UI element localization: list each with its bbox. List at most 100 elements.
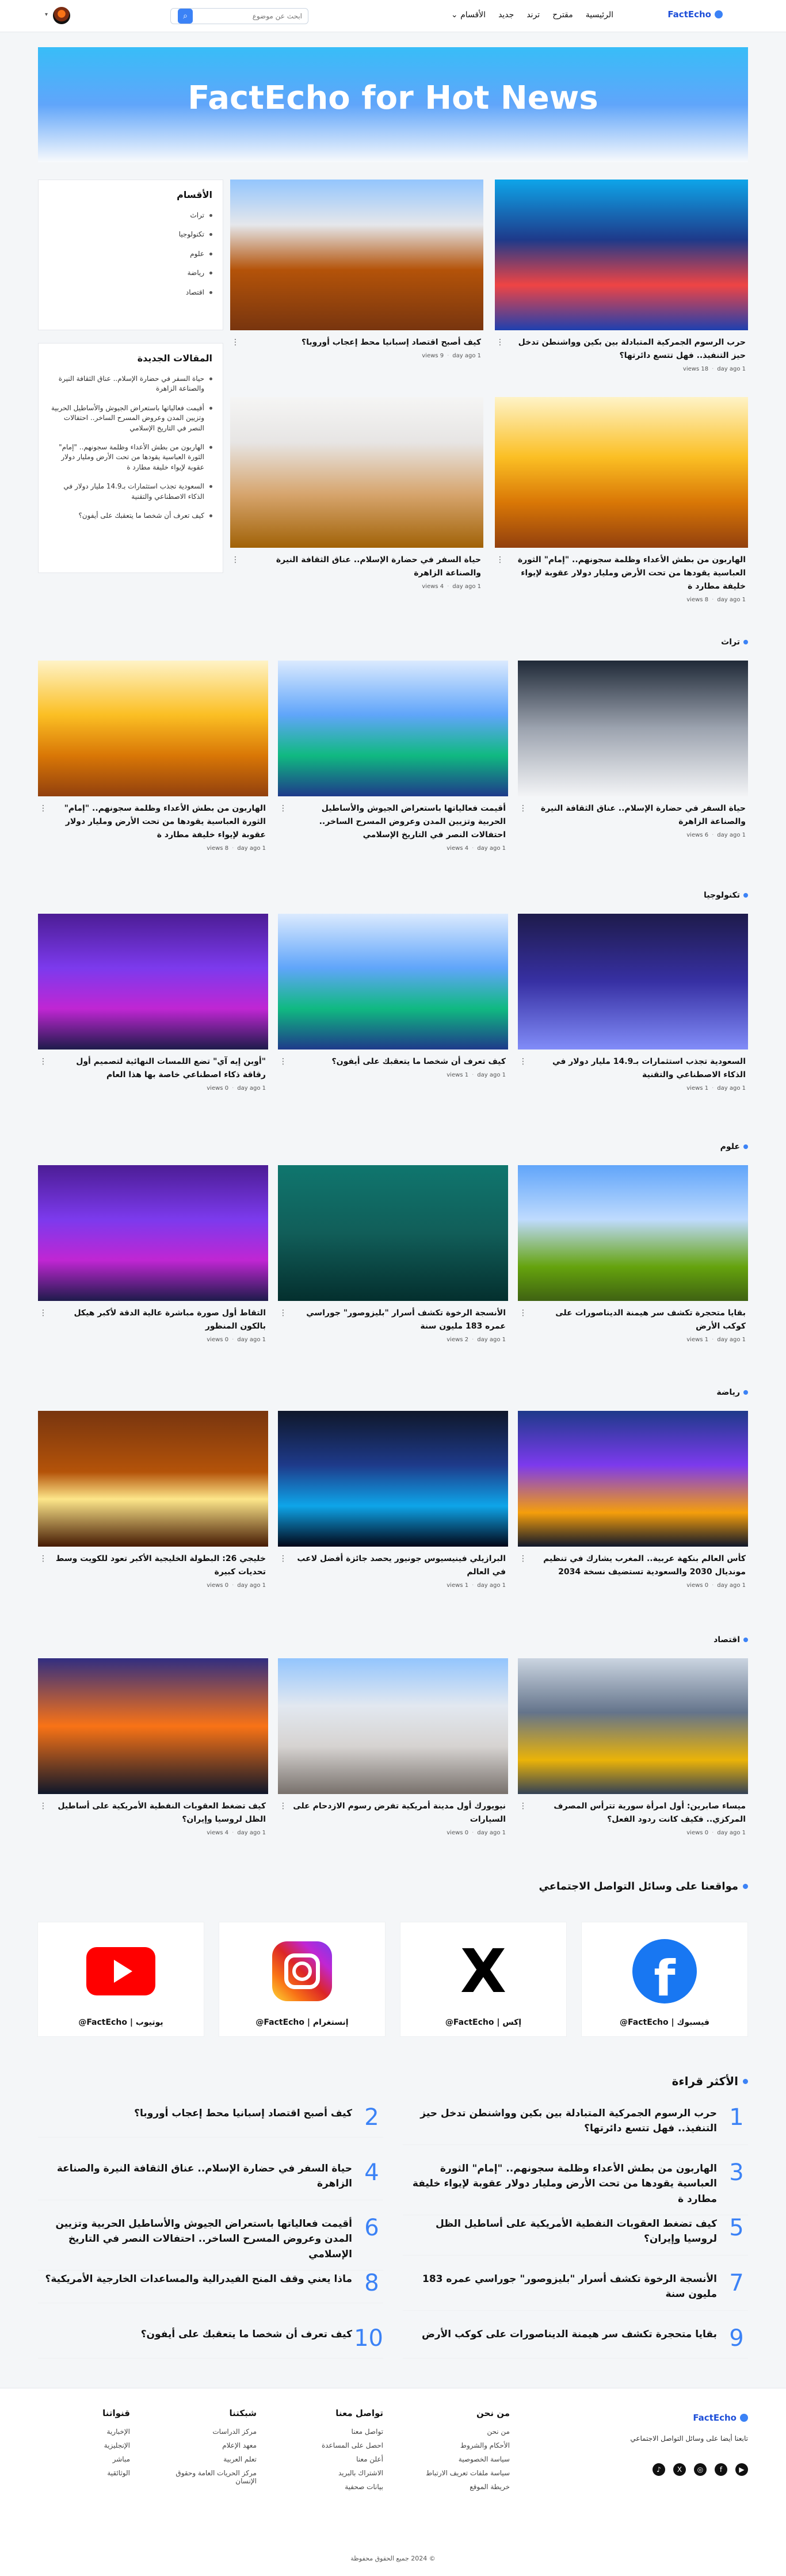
search-input[interactable]	[193, 12, 308, 20]
x-icon[interactable]: X	[673, 2463, 686, 2476]
category-item[interactable]: تراث	[39, 206, 223, 225]
most-read-item[interactable]: 3 الهاربون من بطش الأعداء وظلمة سجونهم.. …	[403, 2161, 748, 2216]
footer-link[interactable]: أعلن معنا	[280, 2455, 383, 2463]
article-title[interactable]: الهاربون من بطش الأعداء وظلمة سجونهم.. "…	[38, 796, 268, 842]
most-read-title[interactable]: أقيمت فعالياتها باستعراض الجيوش والأساطي…	[38, 2216, 352, 2262]
footer-link[interactable]: سياسة ملفات تعريف الارتباط	[406, 2469, 510, 2477]
footer-link[interactable]: مركز الدراسات	[153, 2428, 257, 2436]
youtube-icon[interactable]: ▶	[735, 2463, 748, 2476]
footer-link[interactable]: الإنجليزية	[26, 2441, 130, 2449]
most-read-item[interactable]: 8 ماذا يعني وقف المنح الفيدرالية والمساعد…	[38, 2272, 383, 2303]
recent-item[interactable]: الهاربون من بطش الأعداء وظلمة سجونهم.. "…	[39, 438, 223, 477]
social-card-x[interactable]: X إكس | FactEcho@	[400, 1922, 567, 2037]
footer-link[interactable]: من نحن	[406, 2428, 510, 2436]
social-card-youtube[interactable]: يوتيوب | FactEcho@	[37, 1922, 204, 2037]
article-card[interactable]: كيف تضغط العقوبات النفطية الأمريكية على …	[38, 1658, 268, 1840]
social-card-facebook[interactable]: f فيسبوك | FactEcho@	[581, 1922, 748, 2037]
article-title[interactable]: حياة السفر في حضارة الإسلام.. عناق الثقا…	[230, 548, 483, 580]
article-title[interactable]: كأس العالم بنكهة عربية.. المغرب يشارك في…	[518, 1547, 748, 1579]
category-item[interactable]: اقتصاد	[39, 283, 223, 302]
tiktok-icon[interactable]: ♪	[653, 2463, 665, 2476]
footer-link[interactable]: احصل على المساعدة	[280, 2441, 383, 2449]
article-title[interactable]: بقايا متحجرة تكشف سر هيمنة الديناصورات ع…	[518, 1301, 748, 1333]
article-title[interactable]: كيف تضغط العقوبات النفطية الأمريكية على …	[38, 1794, 268, 1826]
article-card[interactable]: البرازيلي فينيسيوس جونيور يحصد جائزة أفض…	[278, 1411, 508, 1592]
footer-link[interactable]: الوثائقية	[26, 2469, 130, 2477]
facebook-icon[interactable]: f	[715, 2463, 727, 2476]
footer-link[interactable]: سياسة الخصوصية	[406, 2455, 510, 2463]
article-card[interactable]: أقيمت فعالياتها باستعراض الجيوش والأساطي…	[278, 661, 508, 855]
article-card[interactable]: الأنسجة الرخوة تكشف أسرار "بليزوصور" جور…	[278, 1165, 508, 1346]
nav-home[interactable]: الرئيسية	[586, 10, 613, 20]
most-read-title[interactable]: الأنسجة الرخوة تكشف أسرار "بليزوصور" جور…	[403, 2272, 717, 2302]
most-read-item[interactable]: 9 بقايا متحجرة تكشف سر هيمنة الديناصورات …	[403, 2327, 748, 2359]
nav-sections[interactable]: الأقسام ⌄	[451, 10, 486, 20]
footer-link[interactable]: مباشر	[26, 2455, 130, 2463]
most-read-item[interactable]: 4 حياة السفر في حضارة الإسلام.. عناق الثق…	[38, 2161, 383, 2200]
article-card[interactable]: الهاربون من بطش الأعداء وظلمة سجونهم.. "…	[495, 397, 748, 606]
most-read-title[interactable]: ماذا يعني وقف المنح الفيدرالية والمساعدا…	[38, 2272, 353, 2287]
article-card[interactable]: السعودية تجذب استثمارات بـ14.9 مليار دول…	[518, 914, 748, 1095]
article-title[interactable]: الهاربون من بطش الأعداء وظلمة سجونهم.. "…	[495, 548, 748, 593]
article-title[interactable]: حرب الرسوم الجمركية المتبادلة بين بكين و…	[495, 330, 748, 362]
category-item[interactable]: رياضة	[39, 264, 223, 283]
most-read-title[interactable]: كيف تضغط العقوبات النفطية الأمريكية على …	[403, 2216, 717, 2247]
article-title[interactable]: كيف أصبح اقتصاد إسبانيا محط إعجاب أوروبا…	[230, 330, 483, 349]
most-read-item[interactable]: 6 أقيمت فعالياتها باستعراض الجيوش والأساط…	[38, 2216, 383, 2271]
article-title[interactable]: التقاط أول صورة مباشرة عالية الدقة لأكبر…	[38, 1301, 268, 1333]
article-card[interactable]: نيويورك أول مدينة أمريكية تفرض رسوم الاز…	[278, 1658, 508, 1840]
article-card[interactable]: خليجي 26: البطولة الخليجية الأكبر تعود ل…	[38, 1411, 268, 1592]
footer-link[interactable]: خريطة الموقع	[406, 2483, 510, 2491]
article-title[interactable]: البرازيلي فينيسيوس جونيور يحصد جائزة أفض…	[278, 1547, 508, 1579]
most-read-title[interactable]: كيف تعرف أن شخصا ما يتعقبك على أيفون؟	[38, 2327, 352, 2342]
nav-suggested[interactable]: مقترح	[552, 10, 573, 20]
footer-logo[interactable]: FactEcho	[693, 2413, 748, 2423]
article-card[interactable]: حياة السفر في حضارة الإسلام.. عناق الثقا…	[518, 661, 748, 842]
article-card[interactable]: الهاربون من بطش الأعداء وظلمة سجونهم.. "…	[38, 661, 268, 855]
article-card[interactable]: حياة السفر في حضارة الإسلام.. عناق الثقا…	[230, 397, 483, 593]
instagram-icon[interactable]: ◎	[694, 2463, 707, 2476]
most-read-item[interactable]: 1 حرب الرسوم الجمركية المتبادلة بين بكين …	[403, 2106, 748, 2145]
most-read-item[interactable]: 10 كيف تعرف أن شخصا ما يتعقبك على أيفون؟	[38, 2327, 383, 2359]
article-card[interactable]: بقايا متحجرة تكشف سر هيمنة الديناصورات ع…	[518, 1165, 748, 1346]
most-read-title[interactable]: حرب الرسوم الجمركية المتبادلة بين بكين و…	[403, 2106, 717, 2136]
nav-new[interactable]: جديد	[498, 10, 514, 20]
most-read-item[interactable]: 7 الأنسجة الرخوة تكشف أسرار "بليزوصور" جو…	[403, 2272, 748, 2311]
category-item[interactable]: علوم	[39, 245, 223, 264]
most-read-title[interactable]: الهاربون من بطش الأعداء وظلمة سجونهم.. "…	[403, 2161, 717, 2207]
footer-link[interactable]: الأحكام والشروط	[406, 2441, 510, 2449]
footer-link[interactable]: الإخبارية	[26, 2428, 130, 2436]
nav-trend[interactable]: ترند	[526, 10, 540, 20]
recent-item[interactable]: حياة السفر في حضارة الإسلام.. عناق الثقا…	[39, 369, 223, 399]
article-card[interactable]: حرب الرسوم الجمركية المتبادلة بين بكين و…	[495, 180, 748, 376]
site-logo[interactable]: FactEcho	[667, 9, 723, 20]
article-title[interactable]: أقيمت فعالياتها باستعراض الجيوش والأساطي…	[278, 796, 508, 842]
article-title[interactable]: حياة السفر في حضارة الإسلام.. عناق الثقا…	[518, 796, 748, 829]
article-card[interactable]: كيف أصبح اقتصاد إسبانيا محط إعجاب أوروبا…	[230, 180, 483, 362]
article-card[interactable]: كأس العالم بنكهة عربية.. المغرب يشارك في…	[518, 1411, 748, 1592]
footer-link[interactable]: تعلم العربية	[153, 2455, 257, 2463]
article-title[interactable]: كيف تعرف أن شخصا ما يتعقبك على أيفون؟	[278, 1050, 508, 1068]
footer-link[interactable]: تواصل معنا	[280, 2428, 383, 2436]
recent-item[interactable]: كيف تعرف أن شخصا ما يتعقبك على أيفون؟	[39, 506, 223, 525]
article-title[interactable]: "أوبن إيه آي" تضع اللمسات النهائية لتصمي…	[38, 1050, 268, 1082]
article-card[interactable]: كيف تعرف أن شخصا ما يتعقبك على أيفون؟1 d…	[278, 914, 508, 1082]
social-card-instagram[interactable]: إنستغرام | FactEcho@	[219, 1922, 386, 2037]
category-item[interactable]: تكنولوجيا	[39, 225, 223, 244]
article-card[interactable]: التقاط أول صورة مباشرة عالية الدقة لأكبر…	[38, 1165, 268, 1346]
article-card[interactable]: "أوبن إيه آي" تضع اللمسات النهائية لتصمي…	[38, 914, 268, 1095]
footer-link[interactable]: الاشتراك بالبريد	[280, 2469, 383, 2477]
article-card[interactable]: ميساء صابرين: أول امرأة سورية تترأس المص…	[518, 1658, 748, 1840]
article-title[interactable]: السعودية تجذب استثمارات بـ14.9 مليار دول…	[518, 1050, 748, 1082]
most-read-title[interactable]: بقايا متحجرة تكشف سر هيمنة الديناصورات ع…	[403, 2327, 717, 2342]
search-icon[interactable]: ⌕	[178, 9, 193, 24]
most-read-title[interactable]: حياة السفر في حضارة الإسلام.. عناق الثقا…	[38, 2161, 352, 2192]
most-read-title[interactable]: كيف أصبح اقتصاد إسبانيا محط إعجاب أوروبا…	[38, 2106, 352, 2121]
recent-item[interactable]: السعودية تجذب استثمارات بـ14.9 مليار دول…	[39, 477, 223, 506]
avatar[interactable]	[53, 7, 70, 24]
footer-link[interactable]: معهد الإعلام	[153, 2441, 257, 2449]
article-title[interactable]: الأنسجة الرخوة تكشف أسرار "بليزوصور" جور…	[278, 1301, 508, 1333]
recent-item[interactable]: أقيمت فعالياتها باستعراض الجيوش والأساطي…	[39, 399, 223, 438]
most-read-item[interactable]: 5 كيف تضغط العقوبات النفطية الأمريكية على…	[403, 2216, 748, 2256]
article-title[interactable]: نيويورك أول مدينة أمريكية تفرض رسوم الاز…	[278, 1794, 508, 1826]
